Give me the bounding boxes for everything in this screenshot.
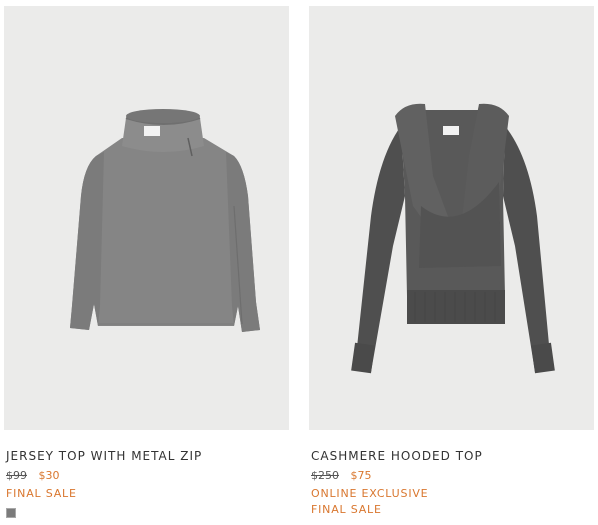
- final-sale-tag: FINAL SALE: [311, 503, 382, 516]
- sale-price: $75: [350, 469, 372, 482]
- color-swatch[interactable]: [6, 508, 16, 518]
- product-image-cashmere-hooded-top[interactable]: [309, 6, 594, 430]
- final-sale-tag: FINAL SALE: [6, 487, 77, 500]
- original-price: $99: [6, 469, 27, 482]
- product-title[interactable]: JERSEY TOP WITH METAL ZIP: [6, 449, 202, 463]
- product-card-cashmere-hooded-top: CASHMERE HOODED TOP $250 $75 ONLINE EXCL…: [309, 0, 594, 525]
- product-image-jersey-top[interactable]: [4, 6, 289, 430]
- cashmere-hooded-top-illustration: [351, 103, 555, 374]
- product-title[interactable]: CASHMERE HOODED TOP: [311, 449, 483, 463]
- product-card-jersey-top: JERSEY TOP WITH METAL ZIP $99 $30 FINAL …: [4, 0, 289, 525]
- original-price: $250: [311, 469, 339, 482]
- product-prices: $250 $75: [311, 469, 372, 482]
- product-grid: JERSEY TOP WITH METAL ZIP $99 $30 FINAL …: [0, 0, 598, 525]
- product-prices: $99 $30: [6, 469, 60, 482]
- online-exclusive-tag: ONLINE EXCLUSIVE: [311, 487, 429, 500]
- jersey-top-illustration: [70, 109, 260, 332]
- sale-price: $30: [38, 469, 60, 482]
